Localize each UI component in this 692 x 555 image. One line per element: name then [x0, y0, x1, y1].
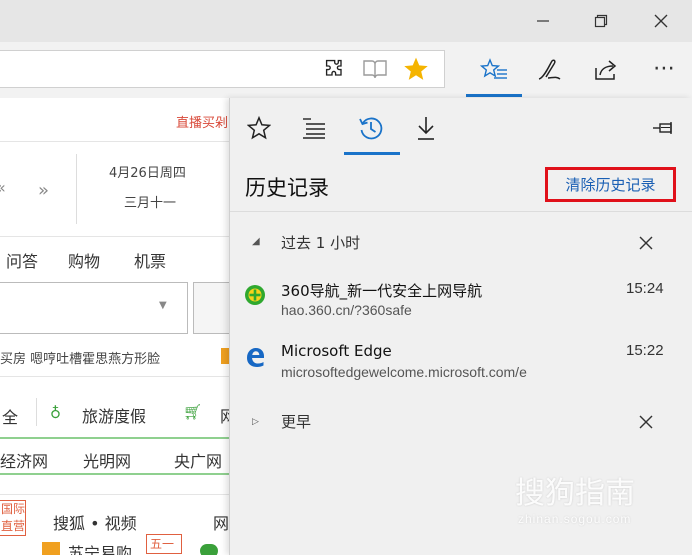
clear-history-button[interactable]: 清除历史记录: [545, 167, 676, 202]
tab-history[interactable]: [351, 108, 391, 148]
history-group-earlier[interactable]: ▷ 更早: [230, 407, 692, 437]
reading-list-icon: [303, 118, 325, 139]
tab-favorites[interactable]: [239, 108, 279, 148]
history-item-title: Microsoft Edge: [281, 342, 392, 360]
pin-icon: [653, 122, 672, 134]
watermark-brand: 搜狗指南: [515, 476, 635, 511]
browser-toolbar: ⋯: [0, 42, 692, 98]
history-item-time: 15:22: [626, 342, 664, 359]
favorites-hub-icon: [480, 58, 507, 79]
map-pin-icon: ♁: [50, 404, 61, 422]
date-divider: [76, 154, 77, 224]
history-group-last-hour[interactable]: ◢ 过去 1 小时: [230, 228, 692, 258]
more-icon: ⋯: [653, 55, 675, 80]
five-badge-text: 五一: [150, 537, 175, 551]
star-outline-icon: [247, 116, 271, 140]
collapse-triangle-icon[interactable]: ◢: [252, 236, 260, 247]
travel-link[interactable]: 旅游度假: [82, 403, 146, 427]
nav-link-shopping[interactable]: 购物: [68, 248, 100, 272]
restore-button[interactable]: [578, 0, 624, 42]
intl-badge-line2: 直营: [1, 519, 26, 533]
history-icon: [359, 117, 383, 140]
suning-link[interactable]: 苏宁易购: [68, 540, 132, 555]
cart-icon: 🛒︎: [183, 403, 203, 421]
star-icon: [404, 57, 428, 80]
close-icon: [654, 14, 668, 28]
web-page: 直播买剁 « » 4月26日周四 三月十一 问答 购物 机票 ▼ 买房 嗯哼吐槽…: [0, 98, 230, 555]
green-logo-icon: [200, 544, 218, 555]
category-prefix[interactable]: 全: [2, 404, 18, 428]
page-divider: [0, 236, 230, 237]
close-icon: [639, 236, 653, 250]
tab-reading-list[interactable]: [294, 108, 334, 148]
pin-panel-button[interactable]: [644, 108, 684, 148]
sohu-video-link[interactable]: 搜狐 • 视频: [53, 510, 137, 534]
hub-active-indicator: [466, 94, 522, 97]
site-link-gmw[interactable]: 光明网: [83, 448, 131, 472]
panel-title: 历史记录: [245, 176, 329, 200]
history-item[interactable]: 360导航_新一代安全上网导航 hao.360.cn/?360safe 15:2…: [230, 278, 692, 326]
restore-icon: [594, 14, 608, 28]
group-label: 更早: [281, 413, 312, 431]
news-line[interactable]: 买房 嗯哼吐槽霍思燕方形脸: [0, 348, 160, 367]
360-favicon-icon: [245, 285, 265, 305]
page-divider-2: [0, 376, 230, 377]
history-item-title: 360导航_新一代安全上网导航: [281, 282, 483, 300]
dropdown-arrow-icon[interactable]: ▼: [159, 300, 167, 311]
page-divider-3: [0, 494, 230, 495]
page-search-button[interactable]: [193, 282, 230, 334]
title-bar: [0, 0, 692, 42]
share-icon: [595, 60, 617, 80]
nav-link-flights[interactable]: 机票: [134, 248, 166, 272]
group-label: 过去 1 小时: [281, 234, 361, 252]
expand-triangle-icon[interactable]: ▷: [252, 416, 259, 427]
puzzle-icon: [325, 59, 342, 76]
intl-badge-line1: 国际: [1, 502, 26, 516]
share-button[interactable]: [590, 54, 622, 86]
lunar-date: 三月十一: [124, 196, 177, 211]
close-window-button[interactable]: [638, 0, 684, 42]
add-favorite-button[interactable]: [400, 53, 432, 85]
nav-link-qa[interactable]: 问答: [6, 248, 38, 272]
extensions-button[interactable]: [320, 54, 350, 84]
tab-downloads[interactable]: [406, 108, 446, 148]
close-icon: [639, 415, 653, 429]
history-item-url: microsoftedgewelcome.microsoft.com/e: [281, 364, 527, 380]
site-link-cnr[interactable]: 央广网: [174, 448, 222, 472]
delete-group-button[interactable]: [638, 229, 654, 257]
panel-divider: [230, 211, 692, 212]
site-link-economy[interactable]: 经济网: [0, 448, 48, 472]
web-notes-button[interactable]: [533, 54, 565, 86]
hub-button[interactable]: [478, 54, 510, 86]
pen-icon: [538, 59, 561, 80]
download-icon: [418, 117, 434, 140]
watermark-domain: zhinan.sogou.com: [518, 512, 632, 526]
history-item[interactable]: Microsoft Edge microsoftedgewelcome.micr…: [230, 340, 692, 388]
tab-active-indicator: [344, 152, 400, 155]
book-icon: [363, 60, 387, 79]
delete-group-button[interactable]: [638, 408, 654, 436]
date-text: 4月26日周四: [109, 166, 186, 181]
reading-view-button[interactable]: [360, 54, 390, 84]
category-divider: [36, 398, 37, 426]
history-item-url: hao.360.cn/?360safe: [281, 302, 412, 318]
live-buy-link[interactable]: 直播买剁: [176, 112, 228, 131]
arrow-left: «: [0, 178, 6, 197]
minimize-button[interactable]: [520, 0, 566, 42]
edge-favicon-icon: [247, 348, 264, 367]
history-item-time: 15:24: [626, 280, 664, 297]
suning-logo-icon: [42, 542, 60, 555]
more-button[interactable]: ⋯: [646, 52, 682, 84]
site-link-net[interactable]: 网: [213, 510, 229, 534]
clear-history-label: 清除历史记录: [565, 176, 656, 194]
double-chevron-icon[interactable]: »: [38, 180, 49, 201]
minimize-icon: [537, 20, 549, 22]
